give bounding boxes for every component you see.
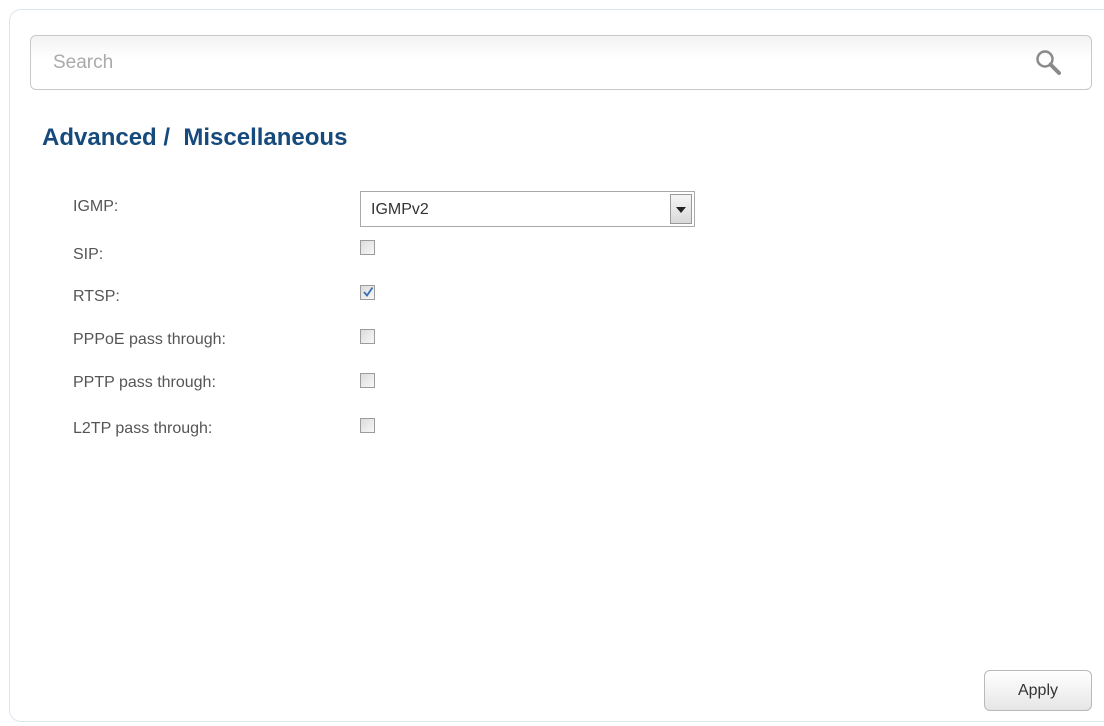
l2tp-checkbox[interactable] <box>360 418 375 433</box>
sip-label: SIP: <box>73 246 104 263</box>
page-title: Advanced / Miscellaneous <box>42 124 348 151</box>
igmp-select[interactable]: IGMPv2 <box>360 191 695 227</box>
igmp-label: IGMP: <box>73 198 119 215</box>
search-bar <box>30 35 1092 90</box>
apply-button[interactable]: Apply <box>984 670 1092 711</box>
rtsp-checkbox[interactable] <box>360 285 375 300</box>
search-input[interactable] <box>45 36 1005 89</box>
checkmark-icon <box>363 286 374 297</box>
pppoe-label: PPPoE pass through: <box>73 331 226 348</box>
pppoe-checkbox[interactable] <box>360 329 375 344</box>
content-panel <box>9 9 1104 722</box>
dropdown-button[interactable] <box>670 194 692 224</box>
rtsp-label: RTSP: <box>73 288 120 305</box>
igmp-select-value: IGMPv2 <box>371 201 429 218</box>
l2tp-label: L2TP pass through: <box>73 420 213 437</box>
search-icon[interactable] <box>1034 48 1064 78</box>
sip-checkbox[interactable] <box>360 240 375 255</box>
chevron-down-icon <box>676 207 686 213</box>
pptp-checkbox[interactable] <box>360 373 375 388</box>
pptp-label: PPTP pass through: <box>73 374 216 391</box>
